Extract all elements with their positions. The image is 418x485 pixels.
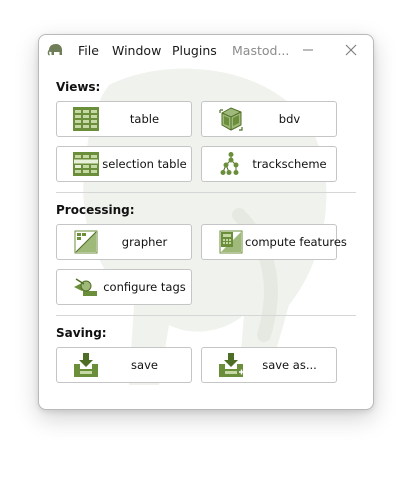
title-bar: File Window Plugins Mastod... bbox=[39, 35, 373, 65]
bdv-cube-icon bbox=[219, 107, 243, 131]
menu-file[interactable]: File bbox=[78, 43, 99, 58]
bdv-button[interactable]: bdv bbox=[201, 101, 337, 137]
save-button-label: save bbox=[131, 358, 158, 372]
minimize-icon[interactable] bbox=[296, 39, 320, 61]
compute-features-icon bbox=[219, 230, 243, 254]
trackscheme-button[interactable]: trackscheme bbox=[201, 146, 337, 182]
bdv-button-label: bdv bbox=[278, 112, 301, 126]
section-views-label: Views: bbox=[56, 80, 101, 94]
section-processing-label: Processing: bbox=[56, 203, 135, 217]
menu-plugins[interactable]: Plugins bbox=[172, 43, 217, 58]
selection-table-button-label: selection table bbox=[102, 157, 187, 171]
selection-table-button[interactable]: selection table bbox=[56, 146, 192, 182]
mastodon-logo-icon bbox=[47, 44, 62, 56]
trackscheme-icon bbox=[220, 152, 239, 175]
selection-table-icon bbox=[73, 152, 99, 176]
compute-features-button[interactable]: compute features bbox=[201, 224, 347, 260]
table-icon bbox=[73, 107, 99, 131]
save-as-icon bbox=[219, 353, 244, 377]
save-button[interactable]: save bbox=[56, 347, 192, 383]
configure-tags-button-label: configure tags bbox=[103, 280, 186, 294]
menu-window[interactable]: Window bbox=[112, 43, 161, 58]
save-icon bbox=[74, 353, 98, 377]
table-button-label: table bbox=[129, 112, 160, 126]
table-button[interactable]: table bbox=[56, 101, 192, 137]
grapher-button[interactable]: grapher bbox=[56, 224, 192, 260]
separator-views bbox=[56, 192, 356, 193]
configure-tags-button[interactable]: configure tags bbox=[56, 269, 192, 305]
save-as-button[interactable]: save as... bbox=[201, 347, 337, 383]
close-icon[interactable] bbox=[339, 39, 363, 61]
grapher-button-label: grapher bbox=[121, 235, 168, 249]
configure-tags-icon bbox=[74, 278, 97, 296]
grapher-icon bbox=[74, 230, 98, 254]
window-title: Mastod... bbox=[232, 43, 290, 58]
trackscheme-button-label: trackscheme bbox=[252, 157, 327, 171]
compute-features-button-label: compute features bbox=[245, 235, 347, 249]
section-saving-label: Saving: bbox=[56, 326, 107, 340]
mastodon-main-window: File Window Plugins Mastod... Views: tab… bbox=[38, 34, 374, 410]
separator-processing bbox=[56, 315, 356, 316]
save-as-button-label: save as... bbox=[262, 358, 317, 372]
